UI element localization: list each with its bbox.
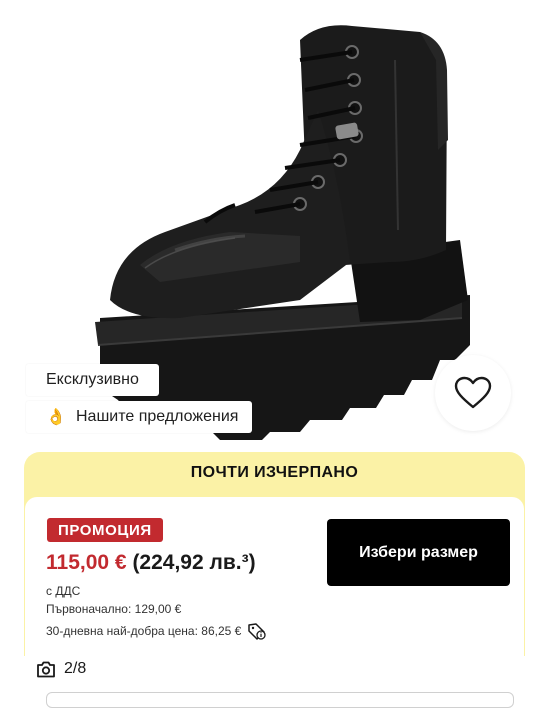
offers-badge[interactable]: 👌 Нашите предложения bbox=[26, 401, 253, 433]
bottom-field[interactable] bbox=[46, 692, 514, 708]
ok-hand-icon: 👌 bbox=[46, 409, 66, 426]
exclusive-badge-label: Ексклузивно bbox=[46, 371, 139, 388]
best-price-text: 30-дневна най-добра цена: 86,25 € bbox=[46, 624, 242, 638]
vat-note: с ДДС bbox=[46, 584, 81, 598]
select-size-button[interactable]: Избери размер bbox=[327, 519, 510, 586]
exclusive-badge: Ексклузивно bbox=[26, 364, 159, 396]
camera-icon bbox=[37, 661, 55, 677]
price: 115,00 € (224,92 лв.³) bbox=[46, 551, 256, 575]
stock-banner-text: ПОЧТИ ИЗЧЕРПАНО bbox=[190, 464, 359, 481]
wishlist-button[interactable] bbox=[435, 355, 511, 431]
price-info-icon[interactable] bbox=[247, 622, 267, 640]
original-price: Първоначално: 129,00 € bbox=[46, 602, 182, 616]
heart-outline-icon bbox=[454, 376, 492, 409]
promo-badge: ПРОМОЦИЯ bbox=[47, 518, 163, 542]
best-price-30d: 30-дневна най-добра цена: 86,25 € bbox=[46, 622, 267, 640]
current-price: 115,00 € bbox=[46, 551, 127, 574]
gallery-counter-text: 2/8 bbox=[64, 660, 87, 677]
price-bgn: (224,92 лв.³) bbox=[132, 551, 256, 574]
gallery-counter: 2/8 bbox=[36, 660, 86, 678]
offers-badge-label: Нашите предложения bbox=[76, 408, 239, 425]
